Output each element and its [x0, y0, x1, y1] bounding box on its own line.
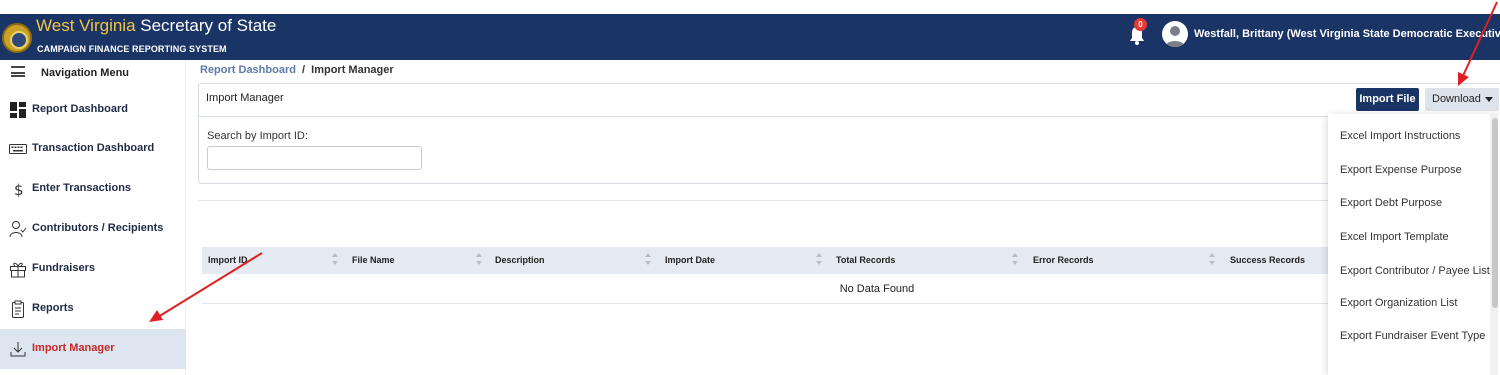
import-manager-panel: Import Manager Search by Import ID:: [198, 83, 1500, 184]
keyboard-icon: [9, 144, 27, 154]
clipboard-icon: [12, 300, 24, 318]
dropdown-item-export-contributor-payee-list[interactable]: Export Contributor / Payee List: [1340, 265, 1490, 277]
download-dropdown-button[interactable]: Download: [1425, 88, 1499, 111]
sort-icon[interactable]: [816, 253, 822, 267]
app-subtitle: CAMPAIGN FINANCE REPORTING SYSTEM: [37, 44, 227, 54]
panel-title: Import Manager: [206, 92, 284, 104]
app-title: West Virginia Secretary of State: [36, 16, 276, 36]
column-header-import-date[interactable]: Import Date: [665, 255, 715, 265]
column-header-import-id[interactable]: Import ID: [208, 255, 248, 265]
search-import-id-label: Search by Import ID:: [207, 130, 308, 142]
top-strip: [0, 0, 1500, 14]
navigation-menu-header[interactable]: Navigation Menu: [0, 60, 186, 88]
sidebar-item-label: Fundraisers: [32, 262, 95, 274]
column-header-description[interactable]: Description: [495, 255, 545, 265]
table-header-row: Import ID File Name Description Import D…: [202, 247, 1500, 274]
dropdown-item-excel-import-instructions[interactable]: Excel Import Instructions: [1340, 130, 1460, 142]
user-check-icon: [9, 221, 27, 238]
app-title-state: West Virginia: [36, 16, 136, 35]
dropdown-item-excel-import-template[interactable]: Excel Import Template: [1340, 231, 1449, 243]
search-import-id-input[interactable]: [207, 146, 422, 170]
panel-header: Import Manager: [199, 84, 1500, 117]
sort-icon[interactable]: [1012, 253, 1018, 267]
column-header-file-name[interactable]: File Name: [352, 255, 395, 265]
column-header-success-records[interactable]: Success Records: [1230, 255, 1305, 265]
dashboard-icon: [10, 102, 26, 118]
caret-down-icon: [1485, 97, 1493, 102]
sort-icon[interactable]: [645, 253, 651, 267]
table-empty-row: No Data Found: [202, 274, 1500, 304]
app-title-office: Secretary of State: [140, 16, 277, 35]
sidebar-item-import-manager[interactable]: Import Manager: [0, 329, 186, 369]
download-dropdown-menu: Excel Import Instructions Export Expense…: [1328, 114, 1500, 375]
notification-count-badge: 0: [1134, 18, 1147, 31]
sort-icon[interactable]: [476, 253, 482, 267]
sidebar-item-reports[interactable]: Reports: [0, 289, 186, 329]
dropdown-item-export-fundraiser-event-type[interactable]: Export Fundraiser Event Type: [1340, 330, 1485, 342]
sidebar-item-enter-transactions[interactable]: $ Enter Transactions: [0, 169, 186, 209]
breadcrumb: Report Dashboard / Import Manager: [200, 64, 394, 76]
sort-icon[interactable]: [1209, 253, 1215, 267]
user-avatar[interactable]: [1162, 21, 1188, 47]
download-icon: [10, 342, 26, 357]
sidebar-item-label: Transaction Dashboard: [32, 142, 155, 154]
sidebar-item-report-dashboard[interactable]: Report Dashboard: [0, 90, 186, 130]
section-divider: [198, 200, 1500, 201]
imports-table: Import ID File Name Description Import D…: [202, 247, 1500, 304]
sidebar-item-label: Report Dashboard: [32, 103, 128, 115]
hamburger-menu-icon[interactable]: [11, 66, 25, 77]
dropdown-scrollbar-thumb[interactable]: [1492, 118, 1498, 308]
state-seal-logo: [2, 23, 32, 53]
breadcrumb-link-report-dashboard[interactable]: Report Dashboard: [200, 64, 296, 76]
sort-icon[interactable]: [332, 253, 338, 267]
sidebar-item-label: Contributors / Recipients: [32, 222, 164, 234]
breadcrumb-separator: /: [302, 64, 306, 76]
sidebar-item-label: Enter Transactions: [32, 182, 132, 194]
sidebar-item-transaction-dashboard[interactable]: Transaction Dashboard: [0, 129, 186, 169]
sidebar-navigation: Navigation Menu Report Dashboard Transac…: [0, 60, 186, 375]
import-file-button[interactable]: Import File: [1356, 88, 1419, 111]
navigation-menu-title: Navigation Menu: [41, 67, 130, 79]
dropdown-item-export-organization-list[interactable]: Export Organization List: [1340, 297, 1457, 309]
gift-icon: [10, 262, 26, 278]
dollar-icon: $: [14, 181, 24, 198]
svg-text:$: $: [14, 181, 24, 198]
sidebar-item-contributors-recipients[interactable]: Contributors / Recipients: [0, 209, 186, 249]
column-header-error-records[interactable]: Error Records: [1033, 255, 1094, 265]
sidebar-item-label: Reports: [32, 302, 74, 314]
download-button-label: Download: [1432, 93, 1481, 105]
user-name-label[interactable]: Westfall, Brittany (West Virginia State …: [1194, 28, 1500, 40]
breadcrumb-current: Import Manager: [311, 64, 394, 76]
column-header-total-records[interactable]: Total Records: [836, 255, 895, 265]
sidebar-item-fundraisers[interactable]: Fundraisers: [0, 249, 186, 289]
user-silhouette-icon: [1165, 26, 1185, 47]
no-data-message: No Data Found: [839, 283, 915, 295]
dropdown-item-export-debt-purpose[interactable]: Export Debt Purpose: [1340, 197, 1442, 209]
sidebar-item-label: Import Manager: [32, 342, 115, 354]
app-header: West Virginia Secretary of State CAMPAIG…: [0, 14, 1500, 60]
dropdown-item-export-expense-purpose[interactable]: Export Expense Purpose: [1340, 164, 1462, 176]
